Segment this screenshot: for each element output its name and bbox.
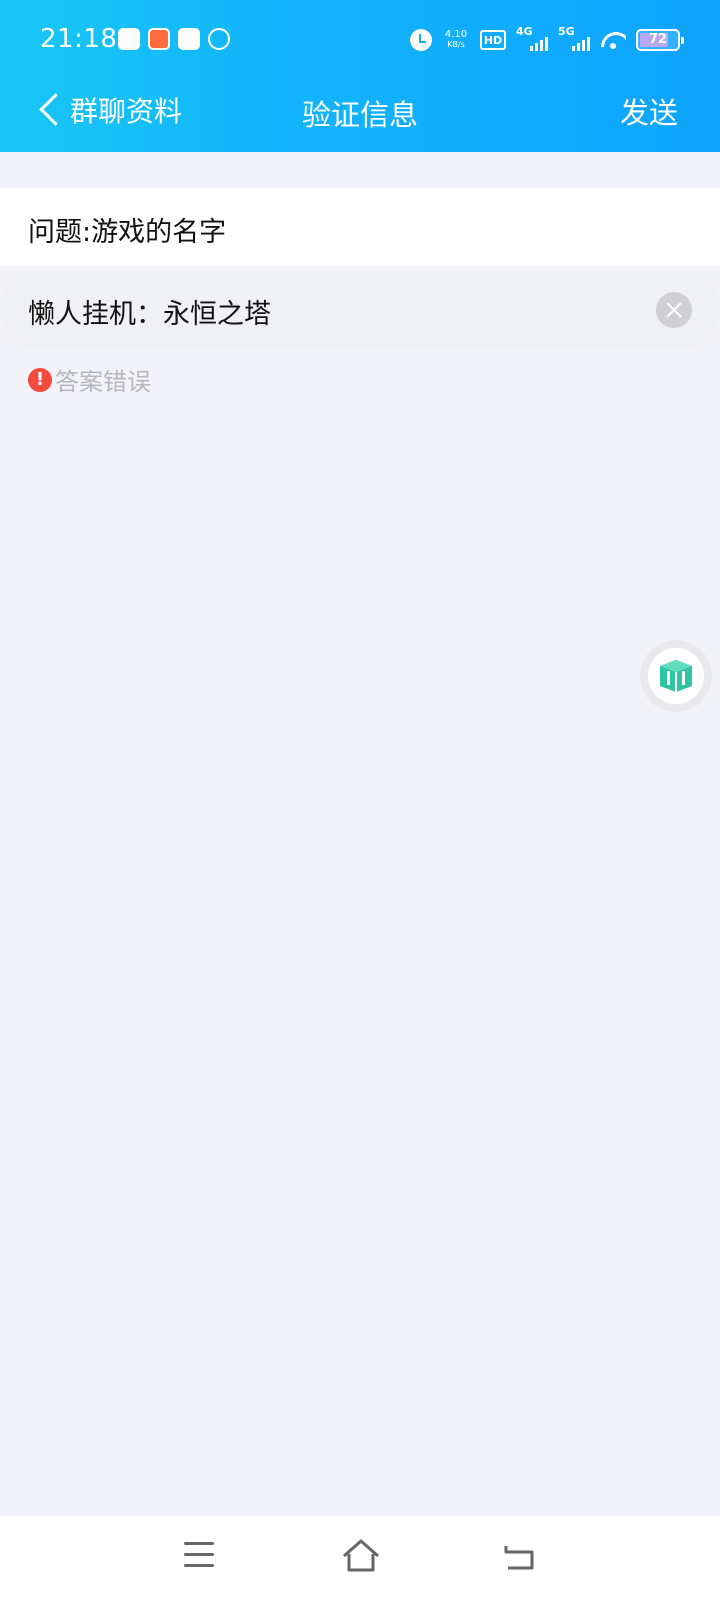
back-arrow-icon[interactable] bbox=[500, 1540, 540, 1574]
signal-5g-icon: 5G bbox=[558, 25, 590, 53]
status-bar: 21:18 4.10 KB/s HD 4G 5G 72 bbox=[0, 0, 720, 80]
back-label[interactable]: 群聊资料 bbox=[70, 90, 182, 130]
status-time: 21:18 bbox=[40, 24, 118, 54]
notification-app-icon bbox=[208, 28, 230, 50]
notification-app-icon bbox=[148, 28, 170, 50]
answer-value[interactable]: 懒人挂机：永恒之塔 bbox=[28, 292, 271, 331]
signal-4g-icon: 4G bbox=[516, 25, 548, 53]
menu-icon[interactable] bbox=[184, 1542, 216, 1570]
back-button[interactable]: 群聊资料 bbox=[36, 90, 182, 130]
system-icons: 4.10 KB/s HD 4G 5G 72 bbox=[410, 25, 684, 54]
header: 21:18 4.10 KB/s HD 4G 5G 72 群聊资料 验证信息 发送 bbox=[0, 0, 720, 152]
battery-level: 72 bbox=[648, 32, 668, 47]
exclamation-circle-icon: ! bbox=[28, 367, 52, 392]
navigation-bar: 群聊资料 验证信息 发送 bbox=[0, 80, 720, 152]
alarm-icon bbox=[410, 29, 432, 51]
network-speed: 4.10 KB/s bbox=[442, 30, 470, 50]
cube-icon[interactable] bbox=[654, 654, 698, 698]
hd-icon: HD bbox=[480, 30, 506, 50]
system-navigation-bar bbox=[0, 1516, 720, 1600]
notification-app-icon bbox=[118, 28, 140, 50]
clear-circle-icon[interactable] bbox=[656, 292, 692, 328]
answer-input[interactable]: 懒人挂机：永恒之塔 bbox=[0, 270, 720, 348]
battery-icon: 72 bbox=[636, 29, 684, 51]
question-row: 问题:游戏的名字 bbox=[0, 188, 720, 266]
network-speed-value: 4.10 bbox=[444, 29, 468, 40]
home-icon[interactable] bbox=[340, 1536, 382, 1576]
notification-app-icon bbox=[178, 28, 200, 50]
chevron-left-icon[interactable] bbox=[36, 90, 64, 130]
notification-icons bbox=[118, 28, 230, 50]
error-message: ! 答案错误 bbox=[28, 362, 151, 397]
error-text: 答案错误 bbox=[55, 368, 151, 396]
network-speed-unit: KB/s bbox=[447, 40, 465, 49]
floating-action-button[interactable] bbox=[640, 640, 712, 712]
send-button[interactable]: 发送 bbox=[620, 90, 678, 132]
question-text: 问题:游戏的名字 bbox=[28, 217, 227, 248]
wifi-icon bbox=[600, 30, 626, 50]
